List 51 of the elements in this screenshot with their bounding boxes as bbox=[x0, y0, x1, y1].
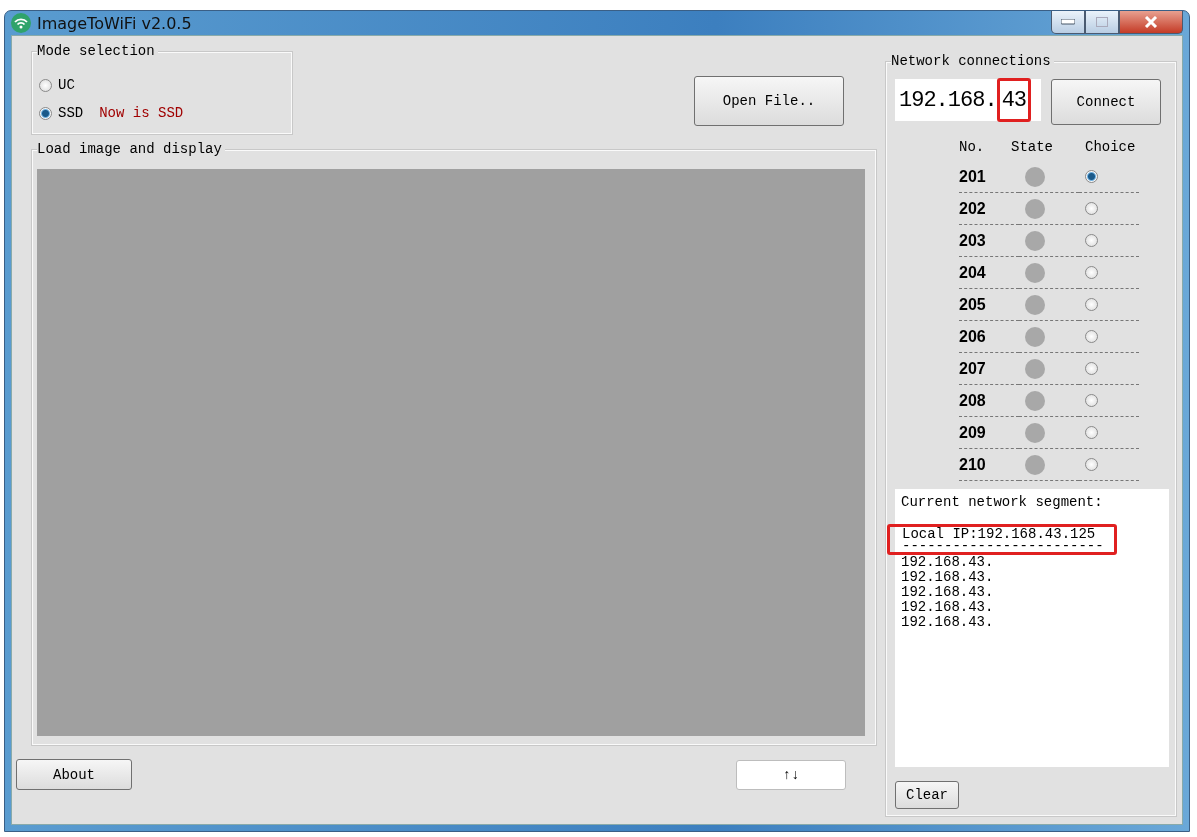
log-line: 192.168.43. bbox=[901, 570, 995, 585]
minimize-icon bbox=[1061, 19, 1075, 25]
choice-radio[interactable] bbox=[1085, 266, 1098, 279]
ip-field[interactable]: 192.168. 43 bbox=[895, 79, 1041, 121]
close-button[interactable] bbox=[1119, 11, 1183, 34]
choice-radio[interactable] bbox=[1085, 330, 1098, 343]
log-line: 192.168.43. bbox=[901, 585, 995, 600]
radio-button[interactable] bbox=[39, 78, 52, 92]
device-number: 208 bbox=[959, 391, 986, 410]
device-number: 209 bbox=[959, 423, 986, 442]
choice-radio[interactable] bbox=[1085, 458, 1098, 471]
choice-radio[interactable] bbox=[1085, 170, 1098, 183]
choice-radio[interactable] bbox=[1085, 426, 1098, 439]
device-number: 201 bbox=[959, 167, 986, 186]
mode-status: Now is SSD bbox=[99, 105, 184, 121]
device-number: 203 bbox=[959, 231, 986, 250]
highlighted-text: 43 bbox=[996, 78, 1032, 122]
close-icon bbox=[1144, 16, 1158, 28]
column-header: Choice bbox=[1084, 139, 1137, 157]
local-ip-text: Local IP:192.168.43.125 bbox=[902, 527, 1097, 542]
log-line: 192.168.43. bbox=[901, 615, 995, 630]
connect-button[interactable]: Connect bbox=[1051, 79, 1161, 125]
log-line: 192.168.43. bbox=[901, 555, 995, 570]
device-number: 205 bbox=[959, 295, 986, 314]
choice-radio[interactable] bbox=[1085, 202, 1098, 215]
swap-button[interactable]: ↑↓ bbox=[736, 759, 846, 790]
radio-button[interactable] bbox=[39, 106, 52, 120]
log-heading: Current network segment: bbox=[901, 495, 1104, 510]
device-number: 204 bbox=[959, 263, 986, 282]
column-header: State bbox=[1011, 139, 1054, 157]
device-number: 206 bbox=[959, 327, 986, 346]
device-number: 210 bbox=[959, 455, 986, 474]
about-button[interactable]: About bbox=[16, 759, 132, 790]
choice-radio[interactable] bbox=[1085, 298, 1098, 311]
choice-radio[interactable] bbox=[1085, 394, 1098, 407]
clear-button[interactable]: Clear bbox=[895, 781, 959, 809]
minimize-button[interactable] bbox=[1051, 11, 1085, 34]
open-file-button[interactable]: Open File.. bbox=[694, 76, 844, 126]
radio-label: UC bbox=[58, 77, 75, 93]
separator-text: ------------------------ bbox=[902, 542, 1104, 552]
device-number: 207 bbox=[959, 359, 986, 378]
group-title: Load image and display bbox=[37, 141, 225, 157]
choice-radio[interactable] bbox=[1085, 234, 1098, 247]
window-title: ImageToWiFi v2.0.5 bbox=[37, 13, 192, 33]
device-number: 202 bbox=[959, 199, 986, 218]
log-line: 192.168.43. bbox=[901, 600, 995, 615]
radio-label: SSD bbox=[58, 105, 84, 121]
choice-radio[interactable] bbox=[1085, 362, 1098, 375]
wifi-icon bbox=[11, 13, 31, 33]
maximize-icon bbox=[1096, 17, 1108, 27]
maximize-button[interactable] bbox=[1085, 11, 1119, 34]
